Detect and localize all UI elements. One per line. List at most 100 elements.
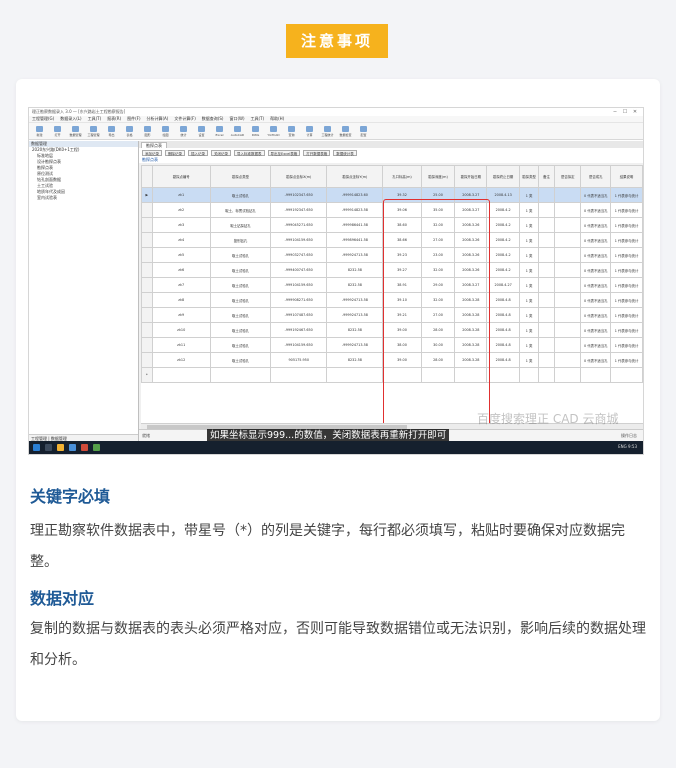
table-cell[interactable]: zk10 <box>151 322 211 338</box>
table-cell[interactable]: -999045271.650 <box>270 217 328 233</box>
toolbar-button[interactable]: Excel <box>212 124 227 138</box>
row-header[interactable] <box>141 322 153 338</box>
table-cell[interactable] <box>538 307 555 323</box>
table-cell[interactable]: 1 代表参与统计 <box>610 307 643 323</box>
table-cell[interactable]: 取土试验孔 <box>209 337 272 353</box>
table-cell[interactable]: 0 代表不适当孔 <box>580 322 612 338</box>
table-cell[interactable]: 0 代表不适当孔 <box>580 217 612 233</box>
table-cell[interactable]: -999924713.58 <box>326 307 384 323</box>
table-cell[interactable] <box>270 367 328 383</box>
table-cell[interactable]: zk1 <box>151 187 211 203</box>
toolbar-button[interactable]: 工程统计 <box>320 124 335 138</box>
table-cell[interactable]: 8232.58 <box>326 277 384 293</box>
table-cell[interactable] <box>553 187 582 203</box>
row-header[interactable] <box>141 277 153 293</box>
table-cell[interactable]: 1 代表参与统计 <box>610 187 643 203</box>
table-cell[interactable] <box>519 367 540 383</box>
table-cell[interactable]: 1 代表参与统计 <box>610 262 643 278</box>
table-cell[interactable] <box>538 202 555 218</box>
row-header[interactable] <box>141 352 153 368</box>
table-cell[interactable]: -999192467.650 <box>270 322 328 338</box>
table-cell[interactable]: 1 类 <box>519 187 540 203</box>
table-cell[interactable]: zk12 <box>151 352 211 368</box>
table-action-button[interactable]: 导出至Excel表格 <box>267 149 301 156</box>
table-cell[interactable]: 1 代表参与统计 <box>610 277 643 293</box>
table-cell[interactable]: zk2 <box>151 202 211 218</box>
column-header[interactable]: 是否拟定 <box>553 165 582 188</box>
row-header[interactable] <box>141 337 153 353</box>
table-cell[interactable]: 0 代表不适当孔 <box>580 337 612 353</box>
table-cell[interactable] <box>553 352 582 368</box>
table-cell[interactable] <box>553 217 582 233</box>
table-cell[interactable]: zk11 <box>151 337 211 353</box>
row-header[interactable]: ▶ <box>141 187 153 203</box>
row-header[interactable] <box>141 217 153 233</box>
table-cell[interactable]: 0 代表不适当孔 <box>580 352 612 368</box>
table-cell[interactable]: zk9 <box>151 307 211 323</box>
row-header[interactable] <box>141 232 153 248</box>
column-header[interactable]: 勘探点编号 <box>151 165 211 188</box>
table-cell[interactable] <box>553 292 582 308</box>
table-cell[interactable]: 0 代表不适当孔 <box>580 187 612 203</box>
table-cell[interactable] <box>553 307 582 323</box>
table-cell[interactable]: zk4 <box>151 232 211 248</box>
table-cell[interactable]: 0 代表不适当孔 <box>580 277 612 293</box>
table-cell[interactable] <box>553 322 582 338</box>
table-cell[interactable] <box>553 202 582 218</box>
column-header[interactable]: 勘探类型 <box>519 165 540 188</box>
table-cell[interactable]: 8232.58 <box>326 262 384 278</box>
table-action-button[interactable]: 打开数据表格 <box>303 149 331 156</box>
toolbar-button[interactable]: 新建 <box>32 124 47 138</box>
table-cell[interactable] <box>553 367 582 383</box>
table-cell[interactable]: 取土试验孔 <box>209 307 272 323</box>
app-icon[interactable] <box>81 444 88 451</box>
table-cell[interactable] <box>326 367 384 383</box>
toolbar-button[interactable]: 图形 <box>140 124 155 138</box>
toolbar-button[interactable]: 导出 <box>104 124 119 138</box>
toolbar-button[interactable]: 计算 <box>302 124 317 138</box>
maximize-icon[interactable]: ☐ <box>620 109 630 115</box>
column-header[interactable]: 是否成孔 <box>580 165 612 188</box>
table-cell[interactable]: 2008.4.2 <box>486 232 521 248</box>
table-cell[interactable]: 取土试验孔 <box>209 247 272 263</box>
table-cell[interactable] <box>538 187 555 203</box>
table-cell[interactable]: 取土试验孔 <box>209 277 272 293</box>
table-cell[interactable]: 8232.58 <box>326 322 384 338</box>
table-cell[interactable]: 1 类 <box>519 322 540 338</box>
toolbar-button[interactable]: 数据管理 <box>68 124 83 138</box>
table-cell[interactable]: 取土钻探钻孔 <box>209 217 272 233</box>
table-cell[interactable]: -999914823.58 <box>326 202 384 218</box>
column-header[interactable]: 勘探终止日期 <box>486 165 521 188</box>
table-cell[interactable]: -999400747.650 <box>270 262 328 278</box>
table-cell[interactable] <box>538 277 555 293</box>
table-cell[interactable]: 1 类 <box>519 247 540 263</box>
table-cell[interactable]: -999032747.650 <box>270 247 328 263</box>
column-header[interactable]: 结果说明 <box>610 165 643 188</box>
table-cell[interactable] <box>538 262 555 278</box>
table-cell[interactable]: 2008.4.8 <box>486 292 521 308</box>
menu-item[interactable]: 分析计算(A) <box>147 116 169 122</box>
menu-item[interactable]: 工程管理(G) <box>32 116 54 122</box>
toolbar-button[interactable]: AutoCAD <box>230 124 245 138</box>
table-cell[interactable] <box>538 322 555 338</box>
menu-item[interactable]: 数据查询(S) <box>202 116 224 122</box>
menu-item[interactable]: 数据录入(L) <box>60 116 81 122</box>
table-action-button[interactable]: 删除记录 <box>165 149 185 156</box>
table-cell[interactable]: zk5 <box>151 247 211 263</box>
table-cell[interactable]: 2008.4.2 <box>486 202 521 218</box>
table-cell[interactable]: 2008.4.2 <box>486 262 521 278</box>
table-action-button[interactable]: 关闭记录 <box>211 149 231 156</box>
table-cell[interactable]: zk3 <box>151 217 211 233</box>
table-cell[interactable]: 0 代表不适当孔 <box>580 247 612 263</box>
table-cell[interactable] <box>553 277 582 293</box>
menu-item[interactable]: 工具(T) <box>251 116 265 122</box>
table-cell[interactable]: 取土试验孔 <box>209 262 272 278</box>
table-cell[interactable]: -999102347.650 <box>270 187 328 203</box>
table-action-button[interactable]: 添加记录 <box>142 149 162 156</box>
table-cell[interactable]: 905175.950 <box>270 352 328 368</box>
column-header[interactable]: 孔口标高(m) <box>382 165 422 188</box>
toolbar-button[interactable]: 数据检查 <box>338 124 353 138</box>
table-cell[interactable]: 2008.4.8 <box>486 337 521 353</box>
table-cell[interactable]: 1 代表参与统计 <box>610 232 643 248</box>
table-cell[interactable]: -999924713.58 <box>326 337 384 353</box>
